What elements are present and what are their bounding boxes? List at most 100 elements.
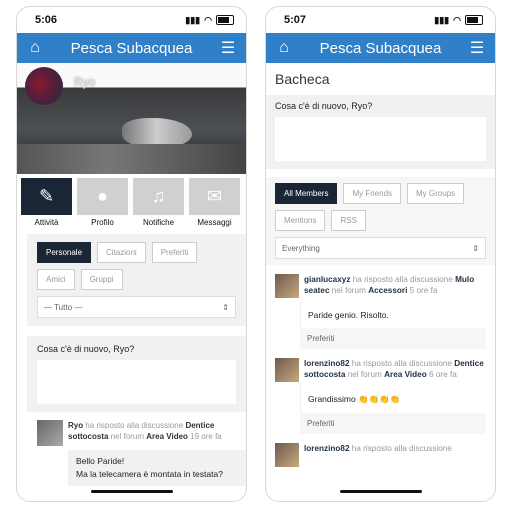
user-icon: ● bbox=[77, 178, 128, 215]
pencil-icon: ✎ bbox=[21, 178, 72, 215]
activity-filter-panel: Personale Citazioni Preferiti Amici Grup… bbox=[27, 234, 246, 326]
wifi-icon: ◠ bbox=[453, 14, 461, 25]
feed-author[interactable]: gianlucaxyz bbox=[304, 275, 350, 284]
favorite-button[interactable]: Preferiti bbox=[300, 328, 486, 349]
profile-tabs: ✎ Attività ● Profilo ♫ Notifiche ✉ Messa… bbox=[17, 174, 246, 227]
signal-icon: ▮▮▮ bbox=[185, 14, 201, 25]
favorite-button[interactable]: Preferiti bbox=[300, 413, 486, 434]
status-bar: 5:06 ▮▮▮ ◠ bbox=[17, 7, 246, 33]
avatar[interactable] bbox=[37, 420, 63, 446]
feed-item: lorenzino82 ha risposto alla discussione bbox=[266, 434, 495, 467]
wifi-icon: ◠ bbox=[204, 14, 212, 25]
filter-buttons: Personale Citazioni Preferiti Amici Grup… bbox=[37, 242, 236, 290]
filter-citazioni[interactable]: Citazioni bbox=[97, 242, 146, 263]
filter-buttons: All Members My Friends My Groups Mention… bbox=[275, 183, 486, 231]
feed-action: ha risposto alla discussione bbox=[351, 359, 452, 368]
status-icons: ▮▮▮ ◠ bbox=[434, 15, 483, 26]
feed-meta: gianlucaxyz ha risposto alla discussione… bbox=[304, 274, 486, 298]
tab-profilo[interactable]: ● Profilo bbox=[77, 178, 128, 227]
feed-forum[interactable]: Area Video bbox=[384, 370, 427, 379]
select-value: Everything bbox=[282, 243, 320, 253]
tab-label: Profilo bbox=[91, 218, 114, 227]
filter-gruppi[interactable]: Gruppi bbox=[80, 269, 123, 290]
home-icon[interactable]: ⌂ bbox=[274, 39, 294, 57]
filter-my-groups[interactable]: My Groups bbox=[407, 183, 465, 204]
filter-amici[interactable]: Amici bbox=[37, 269, 75, 290]
tab-messaggi[interactable]: ✉ Messaggi bbox=[189, 178, 240, 227]
feed-forum[interactable]: Accessori bbox=[368, 286, 407, 295]
list-menu-icon[interactable]: ☰ bbox=[467, 38, 487, 58]
filter-preferiti[interactable]: Preferiti bbox=[151, 242, 198, 263]
feed-message: Paride genio. Risolto. bbox=[300, 302, 486, 328]
status-textarea[interactable] bbox=[37, 360, 236, 404]
select-arrows-icon: ⇕ bbox=[472, 243, 479, 253]
battery-icon bbox=[465, 15, 483, 25]
feed-item: lorenzino82 ha risposto alla discussione… bbox=[266, 349, 495, 382]
app-title: Pesca Subacquea bbox=[70, 39, 193, 57]
activity-forum-prefix: nel forum bbox=[110, 432, 145, 441]
page-title: Bacheca bbox=[275, 71, 330, 87]
home-indicator bbox=[91, 490, 173, 493]
activity-body-line2: Ma la telecamera è montata in testata? bbox=[76, 469, 223, 479]
feed-time: 6 ore fa bbox=[429, 370, 457, 379]
phone-left: 5:06 ▮▮▮ ◠ ⌂ Pesca Subacquea ☰ Ryo ✎ Att… bbox=[16, 6, 247, 502]
status-time: 5:07 bbox=[284, 14, 307, 26]
status-update-panel: Cosa c'è di nuovo, Ryo? bbox=[27, 336, 246, 412]
status-prompt: Cosa c'è di nuovo, Ryo? bbox=[275, 101, 373, 111]
home-icon[interactable]: ⌂ bbox=[25, 39, 45, 57]
status-time: 5:06 bbox=[35, 14, 58, 26]
feed-author[interactable]: lorenzino82 bbox=[304, 444, 350, 453]
activity-body: Bello Paride! Ma la telecamera è montata… bbox=[68, 450, 246, 486]
feed-author[interactable]: lorenzino82 bbox=[304, 359, 350, 368]
envelope-icon: ✉ bbox=[189, 178, 240, 215]
status-prompt: Cosa c'è di nuovo, Ryo? bbox=[37, 344, 135, 354]
phone-right: 5:07 ▮▮▮ ◠ ⌂ Pesca Subacquea ☰ Bacheca C… bbox=[265, 6, 496, 502]
activity-forum[interactable]: Area Video bbox=[146, 432, 188, 441]
tab-label: Attività bbox=[34, 218, 59, 227]
filter-personale[interactable]: Personale bbox=[37, 242, 92, 263]
filter-all-members[interactable]: All Members bbox=[275, 183, 338, 204]
avatar[interactable] bbox=[275, 274, 299, 298]
activity-type-select[interactable]: — Tutto — ⇕ bbox=[37, 296, 236, 318]
feed-body: Paride genio. Risolto. Preferiti bbox=[300, 302, 486, 349]
select-arrows-icon: ⇕ bbox=[222, 302, 229, 312]
avatar[interactable] bbox=[275, 443, 299, 467]
filter-mentions[interactable]: Mentions bbox=[275, 210, 326, 231]
feed-action: ha risposto alla discussione bbox=[351, 444, 452, 453]
status-textarea[interactable] bbox=[275, 117, 486, 161]
filter-my-friends[interactable]: My Friends bbox=[343, 183, 402, 204]
battery-icon bbox=[216, 15, 234, 25]
activity-body-line1: Bello Paride! bbox=[76, 456, 125, 466]
app-title: Pesca Subacquea bbox=[319, 39, 442, 57]
cover-image-rocks bbox=[17, 144, 246, 174]
app-bar: ⌂ Pesca Subacquea ☰ bbox=[266, 33, 495, 63]
activity-meta: Ryo ha risposto alla discussione Dentice… bbox=[68, 420, 246, 446]
profile-name: Ryo bbox=[74, 75, 96, 89]
app-bar: ⌂ Pesca Subacquea ☰ bbox=[17, 33, 246, 63]
feed-time: 5 ore fa bbox=[409, 286, 438, 295]
select-value: — Tutto — bbox=[44, 302, 83, 312]
feed-body: Grandissimo 👏👏👏👏 Preferiti bbox=[300, 386, 486, 434]
tab-label: Messaggi bbox=[197, 218, 232, 227]
feed-action: ha risposto alla discussione bbox=[352, 275, 453, 284]
feed-forum-prefix: nel forum bbox=[347, 370, 382, 379]
home-indicator bbox=[340, 490, 422, 493]
status-bar: 5:07 ▮▮▮ ◠ bbox=[266, 7, 495, 33]
feed-message: Grandissimo 👏👏👏👏 bbox=[300, 386, 486, 413]
feed-meta: lorenzino82 ha risposto alla discussione… bbox=[304, 358, 486, 382]
activity-item: Ryo ha risposto alla discussione Dentice… bbox=[37, 420, 246, 446]
activity-time: 19 ore fa bbox=[190, 432, 222, 441]
activity-author[interactable]: Ryo bbox=[68, 421, 83, 430]
activity-type-select[interactable]: Everything ⇕ bbox=[275, 237, 486, 259]
status-icons: ▮▮▮ ◠ bbox=[185, 15, 234, 26]
filter-rss[interactable]: RSS bbox=[331, 210, 366, 231]
avatar[interactable] bbox=[25, 67, 63, 105]
avatar[interactable] bbox=[275, 358, 299, 382]
activity-action: ha risposto alla discussione bbox=[85, 421, 184, 430]
feed-meta: lorenzino82 ha risposto alla discussione bbox=[304, 443, 452, 467]
tab-attivita[interactable]: ✎ Attività bbox=[21, 178, 72, 227]
list-menu-icon[interactable]: ☰ bbox=[218, 38, 238, 58]
tab-label: Notifiche bbox=[142, 218, 175, 227]
profile-cover: Ryo bbox=[17, 63, 246, 174]
tab-notifiche[interactable]: ♫ Notifiche bbox=[133, 178, 184, 227]
